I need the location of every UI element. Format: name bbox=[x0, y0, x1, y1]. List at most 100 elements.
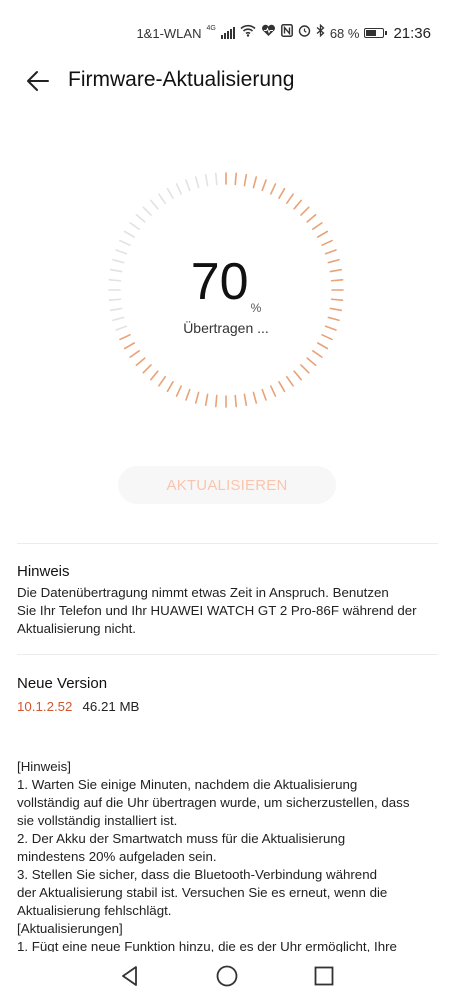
battery-percent-label: 68 % bbox=[329, 25, 360, 41]
recents-square-icon bbox=[314, 966, 334, 986]
progress-status-label: Übertragen ... bbox=[183, 320, 269, 336]
progress-tick-filled bbox=[306, 357, 317, 367]
progress-tick-filled bbox=[158, 376, 167, 387]
progress-tick-filled bbox=[215, 394, 218, 408]
progress-tick-filled bbox=[261, 179, 267, 192]
battery-level-fill bbox=[366, 30, 377, 36]
carrier-label: 1&1-WLAN bbox=[136, 25, 202, 41]
page-title: Firmware-Aktualisierung bbox=[68, 68, 295, 91]
heart-icon bbox=[261, 24, 276, 42]
progress-tick-empty bbox=[129, 222, 140, 231]
progress-tick-filled bbox=[317, 230, 329, 238]
hint-line: Die Datenübertragung nimmt etwas Zeit in… bbox=[17, 585, 389, 600]
nav-home-button[interactable] bbox=[215, 964, 239, 988]
progress-unit: % bbox=[250, 301, 262, 315]
back-triangle-icon bbox=[122, 966, 137, 986]
home-circle-icon bbox=[216, 965, 238, 987]
version-number: 10.1.2.52 bbox=[17, 699, 73, 714]
progress-tick-filled bbox=[278, 381, 286, 393]
progress-tick-filled bbox=[135, 357, 146, 367]
progress-tick-filled bbox=[129, 350, 140, 358]
network-type-label: 4G bbox=[206, 24, 216, 32]
progress-tick-filled bbox=[234, 394, 237, 408]
progress-tick-empty bbox=[215, 172, 218, 186]
progress-tick-empty bbox=[166, 187, 174, 200]
nav-back-button[interactable] bbox=[118, 964, 142, 988]
progress-tick-empty bbox=[142, 206, 152, 216]
divider bbox=[17, 543, 438, 544]
progress-tick-filled bbox=[270, 183, 277, 195]
progress-tick-filled bbox=[185, 388, 191, 401]
progress-tick-filled bbox=[312, 350, 323, 358]
divider bbox=[17, 654, 438, 655]
progress-tick-empty bbox=[123, 230, 136, 238]
arrow-left-icon bbox=[27, 71, 49, 91]
back-button[interactable] bbox=[22, 66, 56, 96]
progress-tick-filled bbox=[149, 370, 159, 381]
update-button[interactable]: AKTUALISIEREN bbox=[118, 466, 336, 504]
progress-ring: 70% Übertragen ... bbox=[106, 170, 346, 410]
progress-tick-filled bbox=[252, 391, 258, 404]
release-notes: [Hinweis] 1. Warten Sie einige Minuten, … bbox=[17, 758, 442, 978]
hint-text: Die Datenübertragung nimmt etwas Zeit in… bbox=[17, 584, 442, 638]
progress-tick-filled bbox=[204, 393, 209, 407]
release-note-line: [Hinweis] bbox=[17, 759, 71, 774]
alarm-icon bbox=[298, 24, 311, 42]
hint-line: Aktualisierung nicht. bbox=[17, 621, 136, 636]
status-icons: 1&1-WLAN 4G 68 % 21:36 bbox=[136, 23, 431, 42]
release-note-line: [Aktualisierungen] bbox=[17, 921, 123, 936]
progress-value-wrap: 70% bbox=[106, 252, 346, 315]
progress-tick-filled bbox=[234, 172, 237, 186]
progress-tick-filled bbox=[286, 193, 294, 204]
battery-icon bbox=[364, 28, 388, 38]
hint-line: Sie Ihr Telefon und Ihr HUAWEI WATCH GT … bbox=[17, 603, 417, 618]
bluetooth-icon bbox=[316, 23, 325, 42]
progress-tick-filled bbox=[300, 364, 310, 374]
progress-tick-filled bbox=[175, 385, 182, 397]
progress-tick-empty bbox=[175, 183, 182, 195]
app-header: Firmware-Aktualisierung bbox=[0, 60, 455, 104]
progress-tick-filled bbox=[142, 364, 152, 374]
progress-tick-empty bbox=[149, 199, 159, 210]
new-version-title: Neue Version bbox=[17, 675, 108, 692]
progress-tick-filled bbox=[123, 342, 136, 350]
progress-tick-empty bbox=[158, 193, 167, 204]
version-size: 46.21 MB bbox=[82, 699, 140, 714]
release-note-line: mindestens 20% aufgeladen sein. bbox=[17, 849, 217, 864]
progress-tick-empty bbox=[185, 179, 191, 192]
version-info: 10.1.2.52 46.21 MB bbox=[17, 699, 139, 714]
clock-label: 21:36 bbox=[393, 24, 431, 42]
progress-tick-filled bbox=[317, 342, 329, 350]
progress-tick-filled bbox=[252, 176, 258, 189]
progress-tick-filled bbox=[293, 370, 303, 381]
release-note-line: sie vollständig installiert ist. bbox=[17, 813, 178, 828]
progress-tick-filled bbox=[321, 239, 333, 246]
progress-tick-filled bbox=[261, 388, 267, 401]
progress-tick-filled bbox=[194, 391, 200, 404]
progress-tick-empty bbox=[194, 176, 200, 189]
wifi-icon bbox=[240, 24, 256, 42]
progress-value: 70 bbox=[190, 253, 249, 311]
progress-tick-filled bbox=[286, 376, 294, 387]
progress-tick-filled bbox=[300, 206, 310, 216]
nfc-icon bbox=[280, 24, 293, 42]
progress-tick-filled bbox=[270, 385, 277, 397]
progress-tick-empty bbox=[204, 173, 209, 187]
progress-tick-empty bbox=[119, 239, 131, 246]
release-note-line: 1. Warten Sie einige Minuten, nachdem di… bbox=[17, 777, 358, 792]
progress-tick-empty bbox=[135, 213, 146, 223]
release-note-line: vollständig auf die Uhr übertragen wurde… bbox=[17, 795, 410, 810]
progress-tick-filled bbox=[243, 173, 248, 187]
progress-tick-filled bbox=[166, 381, 174, 393]
release-note-line: 2. Der Akku der Smartwatch muss für die … bbox=[17, 831, 346, 846]
progress-tick-filled bbox=[293, 199, 303, 210]
release-note-line: 3. Stellen Sie sicher, dass die Bluetoot… bbox=[17, 867, 377, 882]
release-note-line: Aktualisierung fehlschlägt. bbox=[17, 903, 172, 918]
progress-tick-filled bbox=[312, 222, 323, 231]
release-note-line: der Aktualisierung stabil ist. Versuchen… bbox=[17, 885, 388, 900]
status-bar: 1&1-WLAN 4G 68 % 21:36 bbox=[0, 0, 455, 60]
progress-tick-filled bbox=[278, 187, 286, 200]
progress-tick-filled bbox=[306, 213, 317, 223]
hint-title: Hinweis bbox=[17, 563, 70, 580]
nav-recents-button[interactable] bbox=[312, 964, 336, 988]
